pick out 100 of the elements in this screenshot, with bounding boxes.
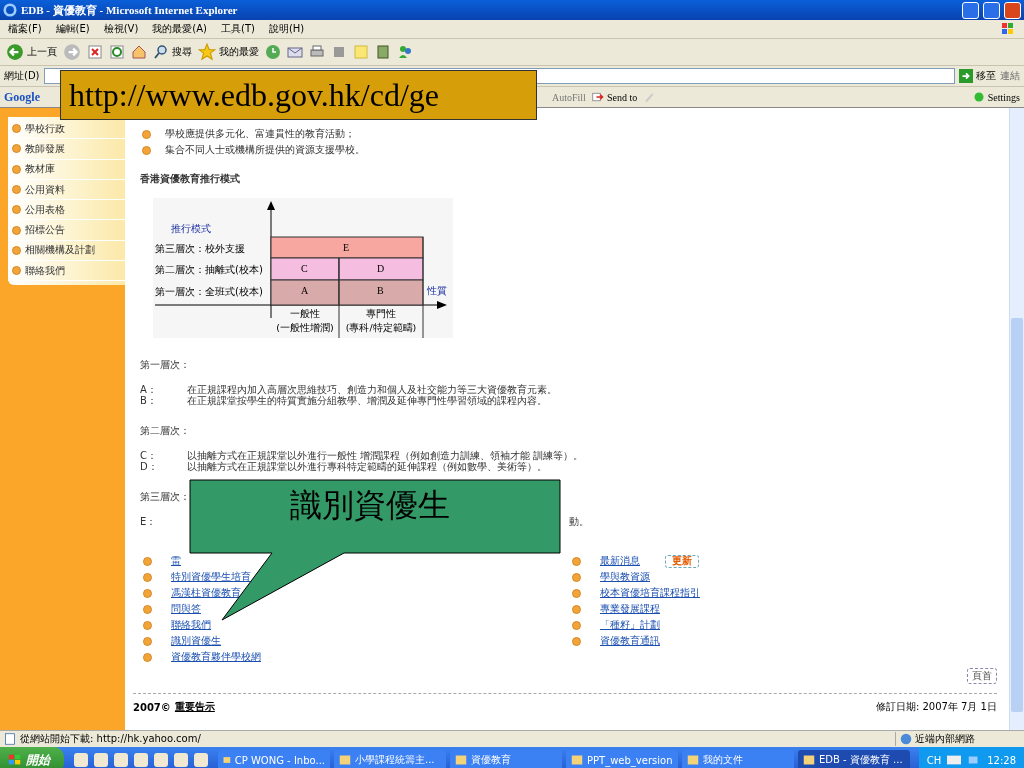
item-letter: C：	[140, 450, 158, 461]
link[interactable]: 最新消息	[600, 554, 640, 568]
item-text: 在正規課程內加入高層次思維技巧、創造力和個人及社交能力等三大資優教育元素。	[187, 384, 557, 395]
minimize-button[interactable]	[962, 1, 979, 19]
send-to-button[interactable]: Send to	[591, 91, 638, 103]
quick-launch-icon[interactable]	[194, 753, 208, 767]
menu-item[interactable]: 編輯(E)	[55, 22, 90, 36]
link[interactable]: 特別資優學生培育	[171, 570, 251, 584]
row-label: 第一層次：全班式(校本)	[155, 286, 263, 297]
taskbar-button[interactable]: PPT_web_version	[566, 750, 678, 768]
bullet-icon	[572, 572, 581, 582]
bullet-icon	[142, 145, 151, 155]
url-callout-tooltip: http://www.edb.gov.hk/cd/ge	[60, 70, 537, 120]
taskbar-button[interactable]: 資優教育	[450, 750, 562, 768]
quick-launch-icon[interactable]	[114, 753, 128, 767]
scrollbar[interactable]	[1009, 108, 1024, 730]
sidebar-item[interactable]: 學校行政	[25, 121, 65, 136]
row-label: 第二層次：抽離式(校本)	[155, 264, 263, 275]
item-text: 以抽離方式在正規課堂以外進行一般性 增潤課程（例如創造力訓練、領袖才能 訓練等）。	[187, 450, 584, 461]
back-button[interactable]: 上一頁	[6, 43, 57, 61]
taskbar-button[interactable]: CP WONG - Inbo...	[218, 750, 330, 768]
link[interactable]: 學與教資源	[600, 570, 650, 584]
section-heading: 香港資優教育推行模式	[140, 172, 241, 186]
bullet-icon	[12, 266, 21, 276]
callout-text: 識別資優生	[290, 485, 450, 526]
taskbar-button[interactable]: 我的文件	[682, 750, 794, 768]
sidebar-item[interactable]: 公用資料	[25, 182, 65, 197]
window-title: EDB - 資優教育 - Microsoft Internet Explorer	[21, 2, 239, 18]
quick-launch-icon[interactable]	[154, 753, 168, 767]
messenger-icon[interactable]	[397, 44, 413, 60]
notice-link[interactable]: 重要告示	[174, 700, 215, 714]
link[interactable]: 校本資優培育課程指引	[600, 586, 700, 600]
copyright: 2007©	[133, 701, 171, 713]
print-icon[interactable]	[309, 44, 325, 60]
axis-label: 性質	[427, 285, 447, 296]
bullet-icon	[143, 652, 152, 662]
sidebar-item[interactable]: 聯絡我們	[25, 263, 65, 278]
bullet-icon	[572, 620, 581, 630]
quick-launch-icon[interactable]	[134, 753, 148, 767]
bullet-icon	[12, 164, 21, 174]
google-logo: Google	[4, 89, 40, 105]
link[interactable]: 資優教育通訊	[600, 634, 660, 648]
revision-date: 修訂日期: 2007年 7月 1日	[875, 700, 997, 714]
taskbar-button[interactable]: EDB - 資優教育 ...	[798, 750, 910, 768]
sidebar-item[interactable]: 相關機構及計劃	[25, 243, 95, 258]
link[interactable]: 問與答	[171, 602, 201, 616]
item-letter: A：	[140, 384, 158, 395]
scroll-thumb[interactable]	[1011, 318, 1023, 712]
sidebar-item[interactable]: 公用表格	[25, 202, 65, 217]
menu-item[interactable]: 工具(T)	[221, 22, 255, 36]
tier-title: 第二層次：	[140, 424, 191, 438]
link[interactable]: 聯絡我們	[171, 618, 211, 632]
maximize-button[interactable]	[983, 1, 1000, 19]
status-text: 從網站開始下載: http://hk.yahoo.com/	[20, 732, 201, 746]
item-text: 以抽離方式在正規課堂以外進行專科特定範疇的延伸課程（例如數學、美術等）。	[187, 461, 547, 472]
links-label[interactable]: 連結	[1000, 69, 1020, 83]
close-button[interactable]	[1004, 1, 1021, 19]
bullet-icon	[12, 185, 21, 195]
taskbar-button[interactable]: 小學課程統籌主...	[334, 750, 446, 768]
diagram-cell: A	[270, 279, 340, 306]
quick-launch-icon[interactable]	[94, 753, 108, 767]
settings-button[interactable]: Settings	[972, 91, 1020, 103]
home-icon[interactable]	[131, 44, 147, 60]
windows-flag-icon	[1000, 22, 1016, 36]
mail-icon[interactable]	[287, 44, 303, 60]
link[interactable]: 馮漢柱資優教育	[171, 586, 241, 600]
bullet-icon	[143, 588, 152, 598]
forward-icon[interactable]	[63, 43, 81, 61]
search-icon	[153, 44, 169, 60]
stop-icon[interactable]	[87, 44, 103, 60]
favorites-button[interactable]: 我的最愛	[198, 43, 259, 61]
search-button[interactable]: 搜尋	[153, 44, 192, 60]
sidebar-item[interactable]: 招標公告	[25, 223, 65, 238]
link[interactable]: 識別資優生	[171, 634, 221, 648]
star-icon	[198, 43, 216, 61]
quick-launch-icon[interactable]	[174, 753, 188, 767]
menu-item[interactable]: 檔案(F)	[8, 22, 42, 36]
history-icon[interactable]	[265, 44, 281, 60]
quick-launch-icon[interactable]	[74, 753, 88, 767]
link[interactable]: 專業發展課程	[600, 602, 660, 616]
menu-item[interactable]: 我的最愛(A)	[152, 22, 207, 36]
menu-item[interactable]: 檢視(V)	[103, 22, 139, 36]
sidebar-item[interactable]: 教材庫	[25, 162, 55, 177]
item-letter: D：	[140, 461, 159, 472]
windows-flag-icon	[8, 753, 22, 767]
sidebar-item[interactable]: 教師發展	[25, 141, 65, 156]
address-label: 網址(D)	[4, 69, 40, 83]
link[interactable]: 資優教育夥伴學校網	[171, 650, 261, 664]
top-button[interactable]: 頁首	[967, 668, 997, 684]
diagram-cell: C	[270, 257, 340, 281]
bullet-icon	[572, 556, 581, 566]
menu-item[interactable]: 說明(H)	[268, 22, 305, 36]
item-letter: B：	[140, 395, 158, 406]
go-button[interactable]: 移至	[959, 69, 996, 83]
autofill-button[interactable]: AutoFill	[552, 91, 586, 103]
go-arrow-icon	[959, 69, 973, 83]
link[interactable]: 「種籽」計劃	[600, 618, 660, 632]
column-label: 一般性	[290, 308, 320, 319]
diagram-cell: E	[270, 236, 424, 259]
link[interactable]: 雷	[171, 554, 181, 568]
